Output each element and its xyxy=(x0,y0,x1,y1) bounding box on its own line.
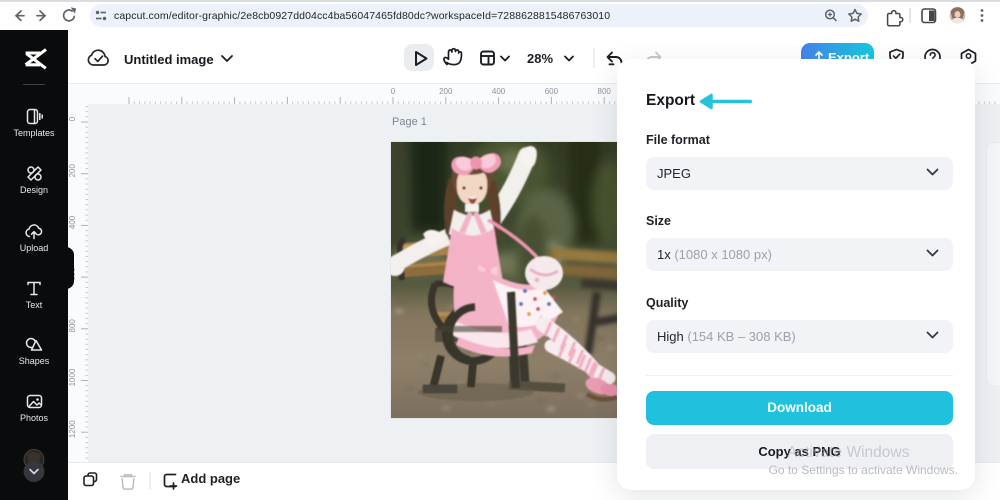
svg-text:1200: 1200 xyxy=(68,420,77,438)
svg-text:200: 200 xyxy=(439,87,453,96)
svg-text:400: 400 xyxy=(68,215,77,229)
svg-text:600: 600 xyxy=(545,87,559,96)
svg-text:400: 400 xyxy=(492,87,506,96)
svg-text:200: 200 xyxy=(68,163,77,177)
svg-text:0: 0 xyxy=(68,116,77,121)
svg-text:1000: 1000 xyxy=(68,368,77,386)
svg-text:800: 800 xyxy=(598,87,612,96)
svg-text:0: 0 xyxy=(391,87,396,96)
svg-text:800: 800 xyxy=(68,319,77,333)
